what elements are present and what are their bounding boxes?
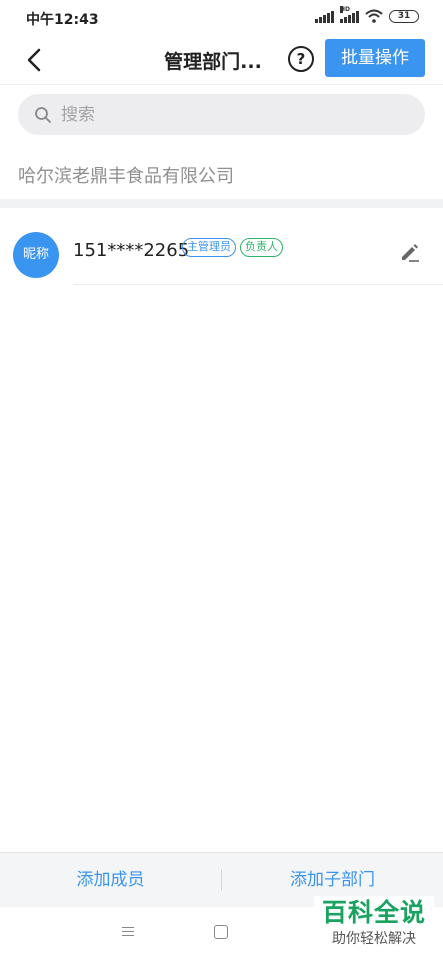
page-title: 管理部门...: [164, 51, 262, 73]
company-name[interactable]: 哈尔滨老鼎丰食品有限公司: [18, 162, 234, 188]
back-button[interactable]: [18, 42, 50, 78]
search-bar[interactable]: [18, 94, 425, 135]
home-icon[interactable]: [214, 925, 228, 939]
tag-main-admin: 主管理员: [182, 238, 236, 257]
member-phone: 151****2265: [73, 240, 190, 261]
help-button[interactable]: ?: [288, 46, 314, 72]
back-arrow-icon: [27, 48, 41, 72]
search-icon: [35, 106, 51, 123]
row-divider: [73, 284, 443, 285]
status-bar: 中午12:43 HD 31: [0, 0, 443, 36]
search-input[interactable]: [61, 104, 381, 125]
member-row[interactable]: 昵称 151****2265 主管理员 负责人: [0, 208, 443, 286]
watermark-sub: 助你轻松解决: [332, 931, 416, 947]
avatar: 昵称: [13, 232, 59, 278]
hd-label: HD: [340, 5, 351, 13]
header-divider: [0, 84, 443, 85]
signal-icon: [315, 10, 334, 23]
tag-leader: 负责人: [240, 238, 283, 257]
status-icons: HD 31: [315, 5, 419, 23]
edit-icon[interactable]: [399, 241, 421, 263]
wifi-icon: [365, 9, 383, 23]
header: 管理部门... ? 批量操作: [0, 36, 443, 84]
watermark: 百科全说 助你轻松解决: [314, 896, 434, 954]
section-divider: [0, 199, 443, 208]
signal-hd-icon: HD: [340, 5, 359, 23]
add-member-button[interactable]: 添加成员: [0, 853, 221, 908]
status-time: 中午12:43: [26, 12, 99, 28]
battery-icon: 31: [389, 9, 419, 23]
menu-icon[interactable]: [122, 924, 138, 940]
watermark-main: 百科全说: [321, 898, 426, 927]
batch-operation-button[interactable]: 批量操作: [325, 39, 425, 77]
